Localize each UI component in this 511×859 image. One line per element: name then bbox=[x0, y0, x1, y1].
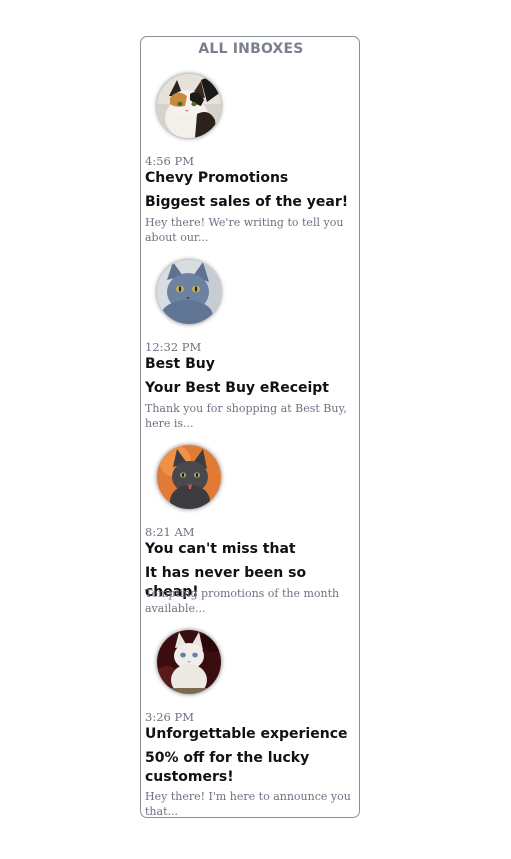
email-item-unforgettable-experience[interactable]: 3:26 PM Unforgettable experience 50% off… bbox=[141, 630, 359, 818]
white-kitten-avatar bbox=[157, 630, 221, 694]
email-item-you-cant-miss-that[interactable]: 8:21 AM You can't miss that It has never… bbox=[141, 445, 359, 631]
email-preview: Hey there! We're writing to tell you abo… bbox=[145, 216, 344, 244]
email-subject: 50% off for the lucky customers! bbox=[145, 750, 310, 785]
dark-cat-avatar bbox=[157, 445, 221, 509]
email-time: 8:21 AM bbox=[145, 525, 195, 539]
email-sender: You can't miss that bbox=[145, 541, 296, 557]
email-time: 4:56 PM bbox=[145, 154, 194, 168]
email-item-chevy-promotions[interactable]: 4:56 PM Chevy Promotions Biggest sales o… bbox=[141, 74, 359, 260]
email-sender: Best Buy bbox=[145, 356, 215, 372]
email-time: 3:26 PM bbox=[145, 710, 194, 724]
calico-cat-avatar bbox=[157, 74, 221, 138]
email-preview: Thank you for shopping at Best Buy, here… bbox=[145, 402, 347, 430]
email-sender: Chevy Promotions bbox=[145, 170, 289, 186]
inbox-panel: ALL INBOXES 4:56 PM Chevy Promotions Big bbox=[140, 36, 360, 818]
email-subject: Biggest sales of the year! bbox=[145, 194, 349, 210]
gray-cat-avatar bbox=[157, 260, 221, 324]
panel-title: ALL INBOXES bbox=[198, 41, 304, 57]
email-preview: Tempting promotions of the month availab… bbox=[145, 587, 340, 615]
email-subject: Your Best Buy eReceipt bbox=[145, 380, 329, 396]
email-preview: Hey there! I'm here to announce you that… bbox=[145, 790, 351, 818]
email-item-best-buy[interactable]: 12:32 PM Best Buy Your Best Buy eReceipt… bbox=[141, 260, 359, 446]
email-time: 12:32 PM bbox=[145, 340, 202, 354]
email-sender: Unforgettable experience bbox=[145, 726, 348, 742]
